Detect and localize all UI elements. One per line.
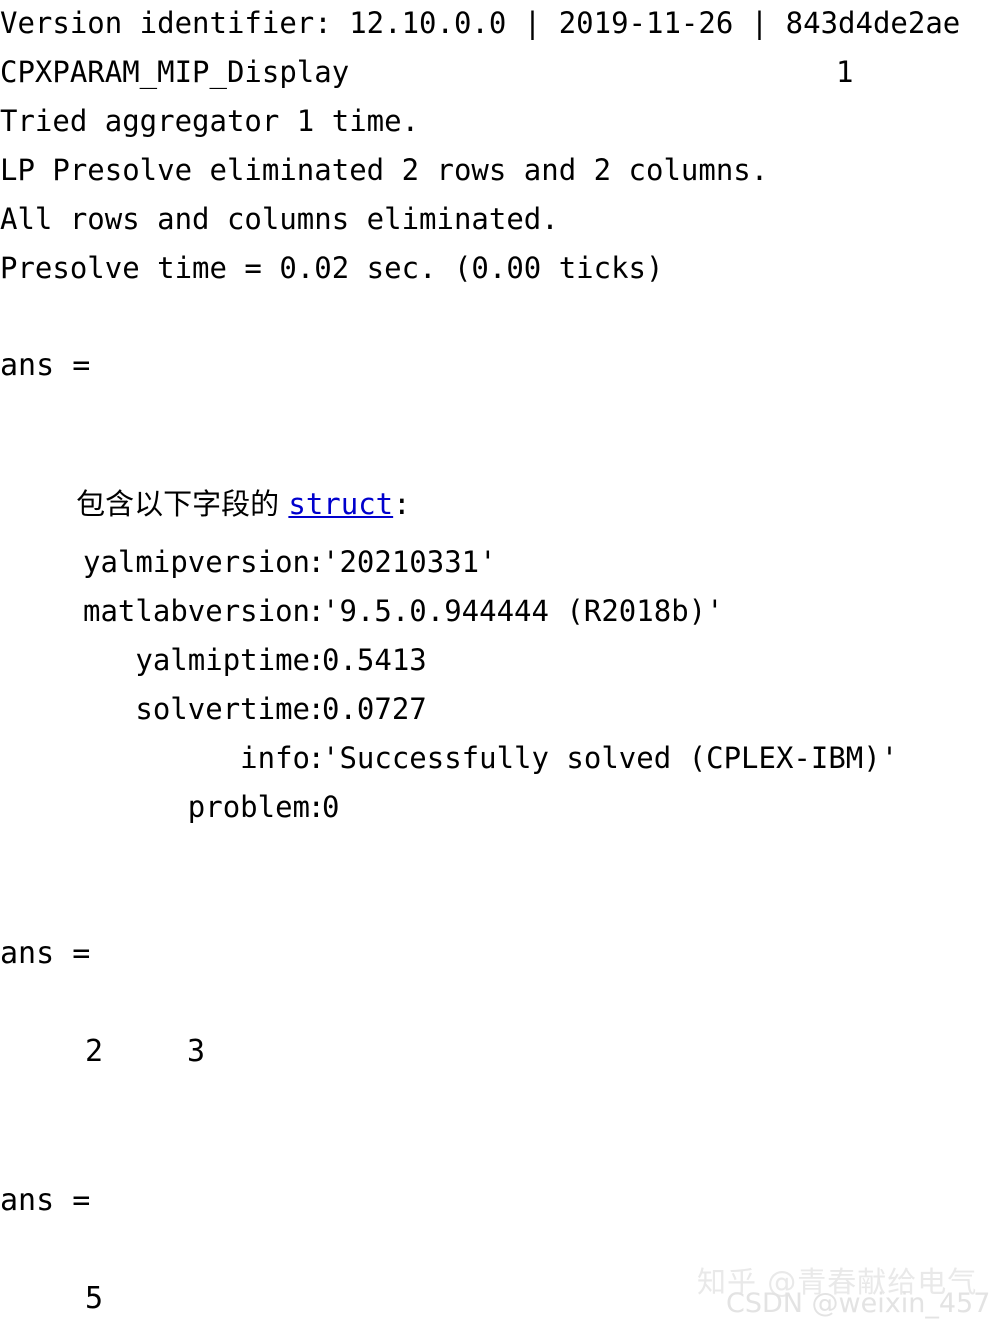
log-line-all-eliminated: All rows and columns eliminated. bbox=[0, 202, 559, 236]
struct-header: 包含以下字段的 struct: bbox=[38, 446, 411, 558]
ans-label-struct: ans = bbox=[0, 348, 91, 383]
struct-header-suffix: : bbox=[393, 487, 411, 521]
field-name-problem: problem bbox=[187, 790, 310, 824]
struct-doc-link[interactable]: struct bbox=[288, 487, 393, 521]
field-name-yalmipversion: yalmipversion bbox=[83, 545, 310, 579]
field-name-matlabversion: matlabversion bbox=[83, 594, 310, 628]
struct-field-row: info : 'Successfully solved (CPLEX-IBM)' bbox=[0, 741, 991, 775]
struct-field-row: matlabversion : '9.5.0.944444 (R2018b)' bbox=[0, 594, 991, 628]
field-value-yalmipversion: '20210331' bbox=[322, 545, 497, 579]
cpxparam-value: 1 bbox=[836, 55, 854, 89]
field-value-matlabversion: '9.5.0.944444 (R2018b)' bbox=[322, 594, 724, 628]
field-name-yalmiptime: yalmiptime bbox=[135, 643, 310, 677]
field-name-info: info bbox=[240, 741, 310, 775]
log-line-aggregator: Tried aggregator 1 time. bbox=[0, 104, 420, 138]
field-value-info: 'Successfully solved (CPLEX-IBM)' bbox=[322, 741, 899, 775]
ans-vector-value-2: 3 bbox=[187, 1034, 206, 1069]
ans-vector-value-1: 2 bbox=[85, 1034, 104, 1069]
field-value-problem: 0 bbox=[322, 790, 340, 824]
struct-field-row: solvertime : 0.0727 bbox=[0, 692, 991, 726]
struct-field-row: problem : 0 bbox=[0, 790, 991, 824]
csdn-watermark: CSDN @weixin_45727850 bbox=[726, 1288, 991, 1319]
log-line-cpxparam-name: CPXPARAM_MIP_Display bbox=[0, 55, 350, 89]
ans-label-scalar: ans = bbox=[0, 1183, 91, 1218]
field-value-solvertime: 0.0727 bbox=[322, 692, 427, 726]
field-value-yalmiptime: 0.5413 bbox=[322, 643, 427, 677]
struct-field-row: yalmipversion : '20210331' bbox=[0, 545, 991, 579]
log-line-version-identifier: Version identifier: 12.10.0.0 | 2019-11-… bbox=[0, 6, 961, 40]
ans-scalar-value: 5 bbox=[85, 1281, 104, 1316]
struct-field-row: yalmiptime : 0.5413 bbox=[0, 643, 991, 677]
log-line-presolve-time: Presolve time = 0.02 sec. (0.00 ticks) bbox=[0, 251, 664, 285]
log-line-lp-presolve: LP Presolve eliminated 2 rows and 2 colu… bbox=[0, 153, 769, 187]
struct-header-prefix: 包含以下字段的 bbox=[76, 487, 289, 521]
field-name-solvertime: solvertime bbox=[135, 692, 310, 726]
ans-label-vector: ans = bbox=[0, 936, 91, 971]
matlab-command-window[interactable]: Version identifier: 12.10.0.0 | 2019-11-… bbox=[0, 0, 991, 1330]
